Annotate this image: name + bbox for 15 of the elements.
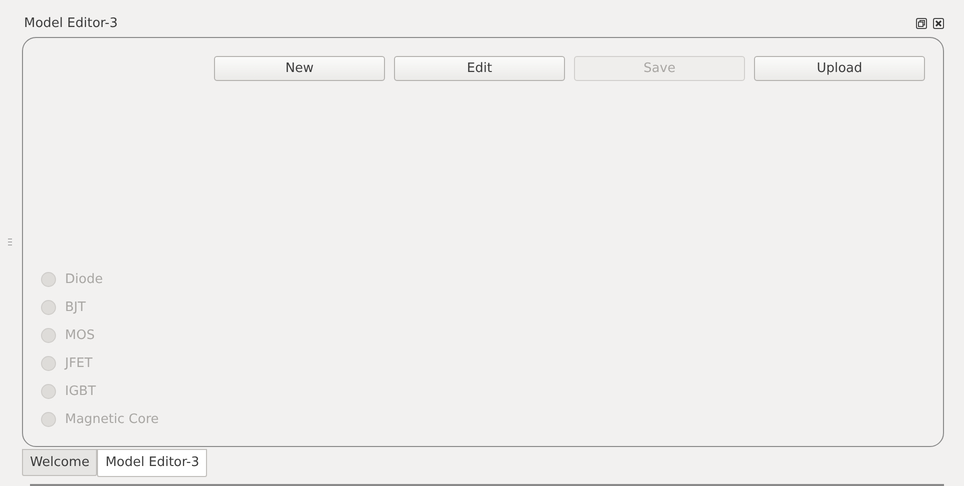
radio-label: Magnetic Core [65, 412, 159, 426]
toolbar-button[interactable]: Edit [394, 56, 565, 81]
toolbar-button[interactable]: Upload [754, 56, 925, 81]
radio-label: IGBT [65, 384, 96, 398]
radio-label: JFET [65, 356, 92, 370]
tab[interactable]: Welcome [22, 449, 98, 476]
splitter-handle[interactable] [8, 238, 12, 246]
toolbar-button[interactable]: New [214, 56, 385, 81]
radio-label: MOS [65, 328, 95, 342]
tab[interactable]: Model Editor-3 [97, 449, 208, 477]
restore-icon[interactable] [916, 18, 927, 28]
radio-label: BJT [65, 300, 86, 314]
window-title: Model Editor-3 [24, 16, 118, 30]
close-icon[interactable] [933, 18, 944, 28]
radio-label: Diode [65, 272, 103, 286]
